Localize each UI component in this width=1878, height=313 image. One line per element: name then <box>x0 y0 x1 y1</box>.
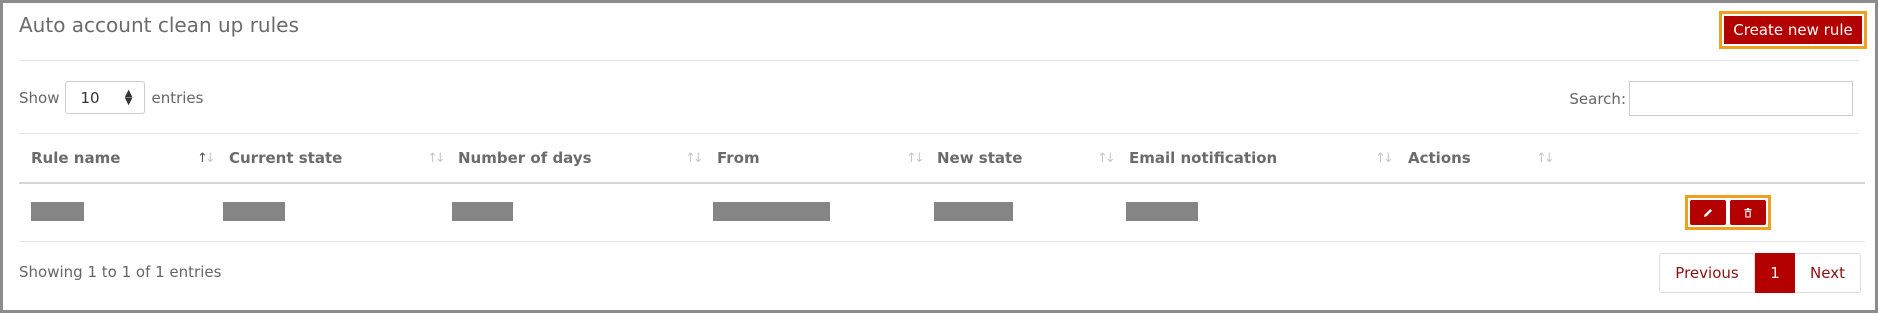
previous-page-button[interactable]: Previous <box>1659 253 1755 293</box>
column-label: Rule name <box>31 149 121 167</box>
column-header-number-of-days[interactable]: Number of days <box>458 134 592 182</box>
current-page-button[interactable]: 1 <box>1755 253 1795 293</box>
column-header-current-state[interactable]: Current state <box>229 134 342 182</box>
rules-panel: Auto account clean up rules Create new r… <box>0 0 1878 313</box>
next-page-button[interactable]: Next <box>1795 253 1861 293</box>
page-title: Auto account clean up rules <box>19 13 299 37</box>
search-control: Search: <box>1569 81 1853 116</box>
entries-select[interactable]: 10 ▲ ▼ <box>65 81 146 114</box>
column-header-rule-name[interactable]: Rule name <box>31 134 120 182</box>
entries-length-control: Show 10 ▲ ▼ entries <box>19 81 203 114</box>
entries-select-value: 10 <box>80 88 100 107</box>
table-header: Rule name ↑↓ Current state ↑↓ Number of … <box>19 134 1865 184</box>
create-rule-highlight: Create new rule <box>1719 11 1867 49</box>
sort-icon[interactable]: ↑↓ <box>1375 151 1394 166</box>
sort-icon[interactable]: ↑↓ <box>906 151 925 166</box>
search-label: Search: <box>1569 89 1626 108</box>
sort-icon[interactable]: ↑↓ <box>427 151 446 166</box>
redacted-new-state <box>934 202 1013 221</box>
sort-icon[interactable]: ↑↓ <box>1097 151 1116 166</box>
select-arrows-icon: ▲ ▼ <box>124 87 133 107</box>
column-header-email-notification[interactable]: Email notification <box>1129 134 1277 182</box>
pencil-icon <box>1704 208 1712 217</box>
redacted-number-of-days <box>452 202 513 221</box>
column-label: Current state <box>229 149 343 167</box>
table-info: Showing 1 to 1 of 1 entries <box>19 263 222 281</box>
column-header-from[interactable]: From <box>717 134 760 182</box>
search-input[interactable] <box>1629 81 1853 116</box>
row-actions-highlight <box>1685 195 1771 230</box>
redacted-current-state <box>223 202 285 221</box>
header-divider <box>19 60 1859 61</box>
table-row <box>19 185 1865 242</box>
redacted-email-notification <box>1126 202 1198 221</box>
redacted-rule-name <box>31 202 84 221</box>
sort-icon[interactable]: ↑↓ <box>685 151 704 166</box>
redacted-from <box>713 202 830 221</box>
column-label: New state <box>937 149 1023 167</box>
sort-asc-icon[interactable]: ↑↓ <box>197 151 216 166</box>
column-label: Email notification <box>1129 149 1278 167</box>
column-label: From <box>717 149 760 167</box>
pagination: Previous 1 Next <box>1659 253 1861 293</box>
sort-icon[interactable]: ↑↓ <box>1536 151 1555 166</box>
column-header-new-state[interactable]: New state <box>937 134 1022 182</box>
column-label: Number of days <box>458 149 592 167</box>
column-label: Actions <box>1408 149 1471 167</box>
show-label: Show <box>19 88 60 107</box>
edit-rule-button[interactable] <box>1690 200 1726 225</box>
create-new-rule-button[interactable]: Create new rule <box>1724 16 1862 44</box>
entries-label: entries <box>151 88 204 107</box>
delete-rule-button[interactable] <box>1730 200 1766 225</box>
column-header-actions[interactable]: Actions <box>1408 134 1471 182</box>
trash-icon <box>1744 207 1752 217</box>
